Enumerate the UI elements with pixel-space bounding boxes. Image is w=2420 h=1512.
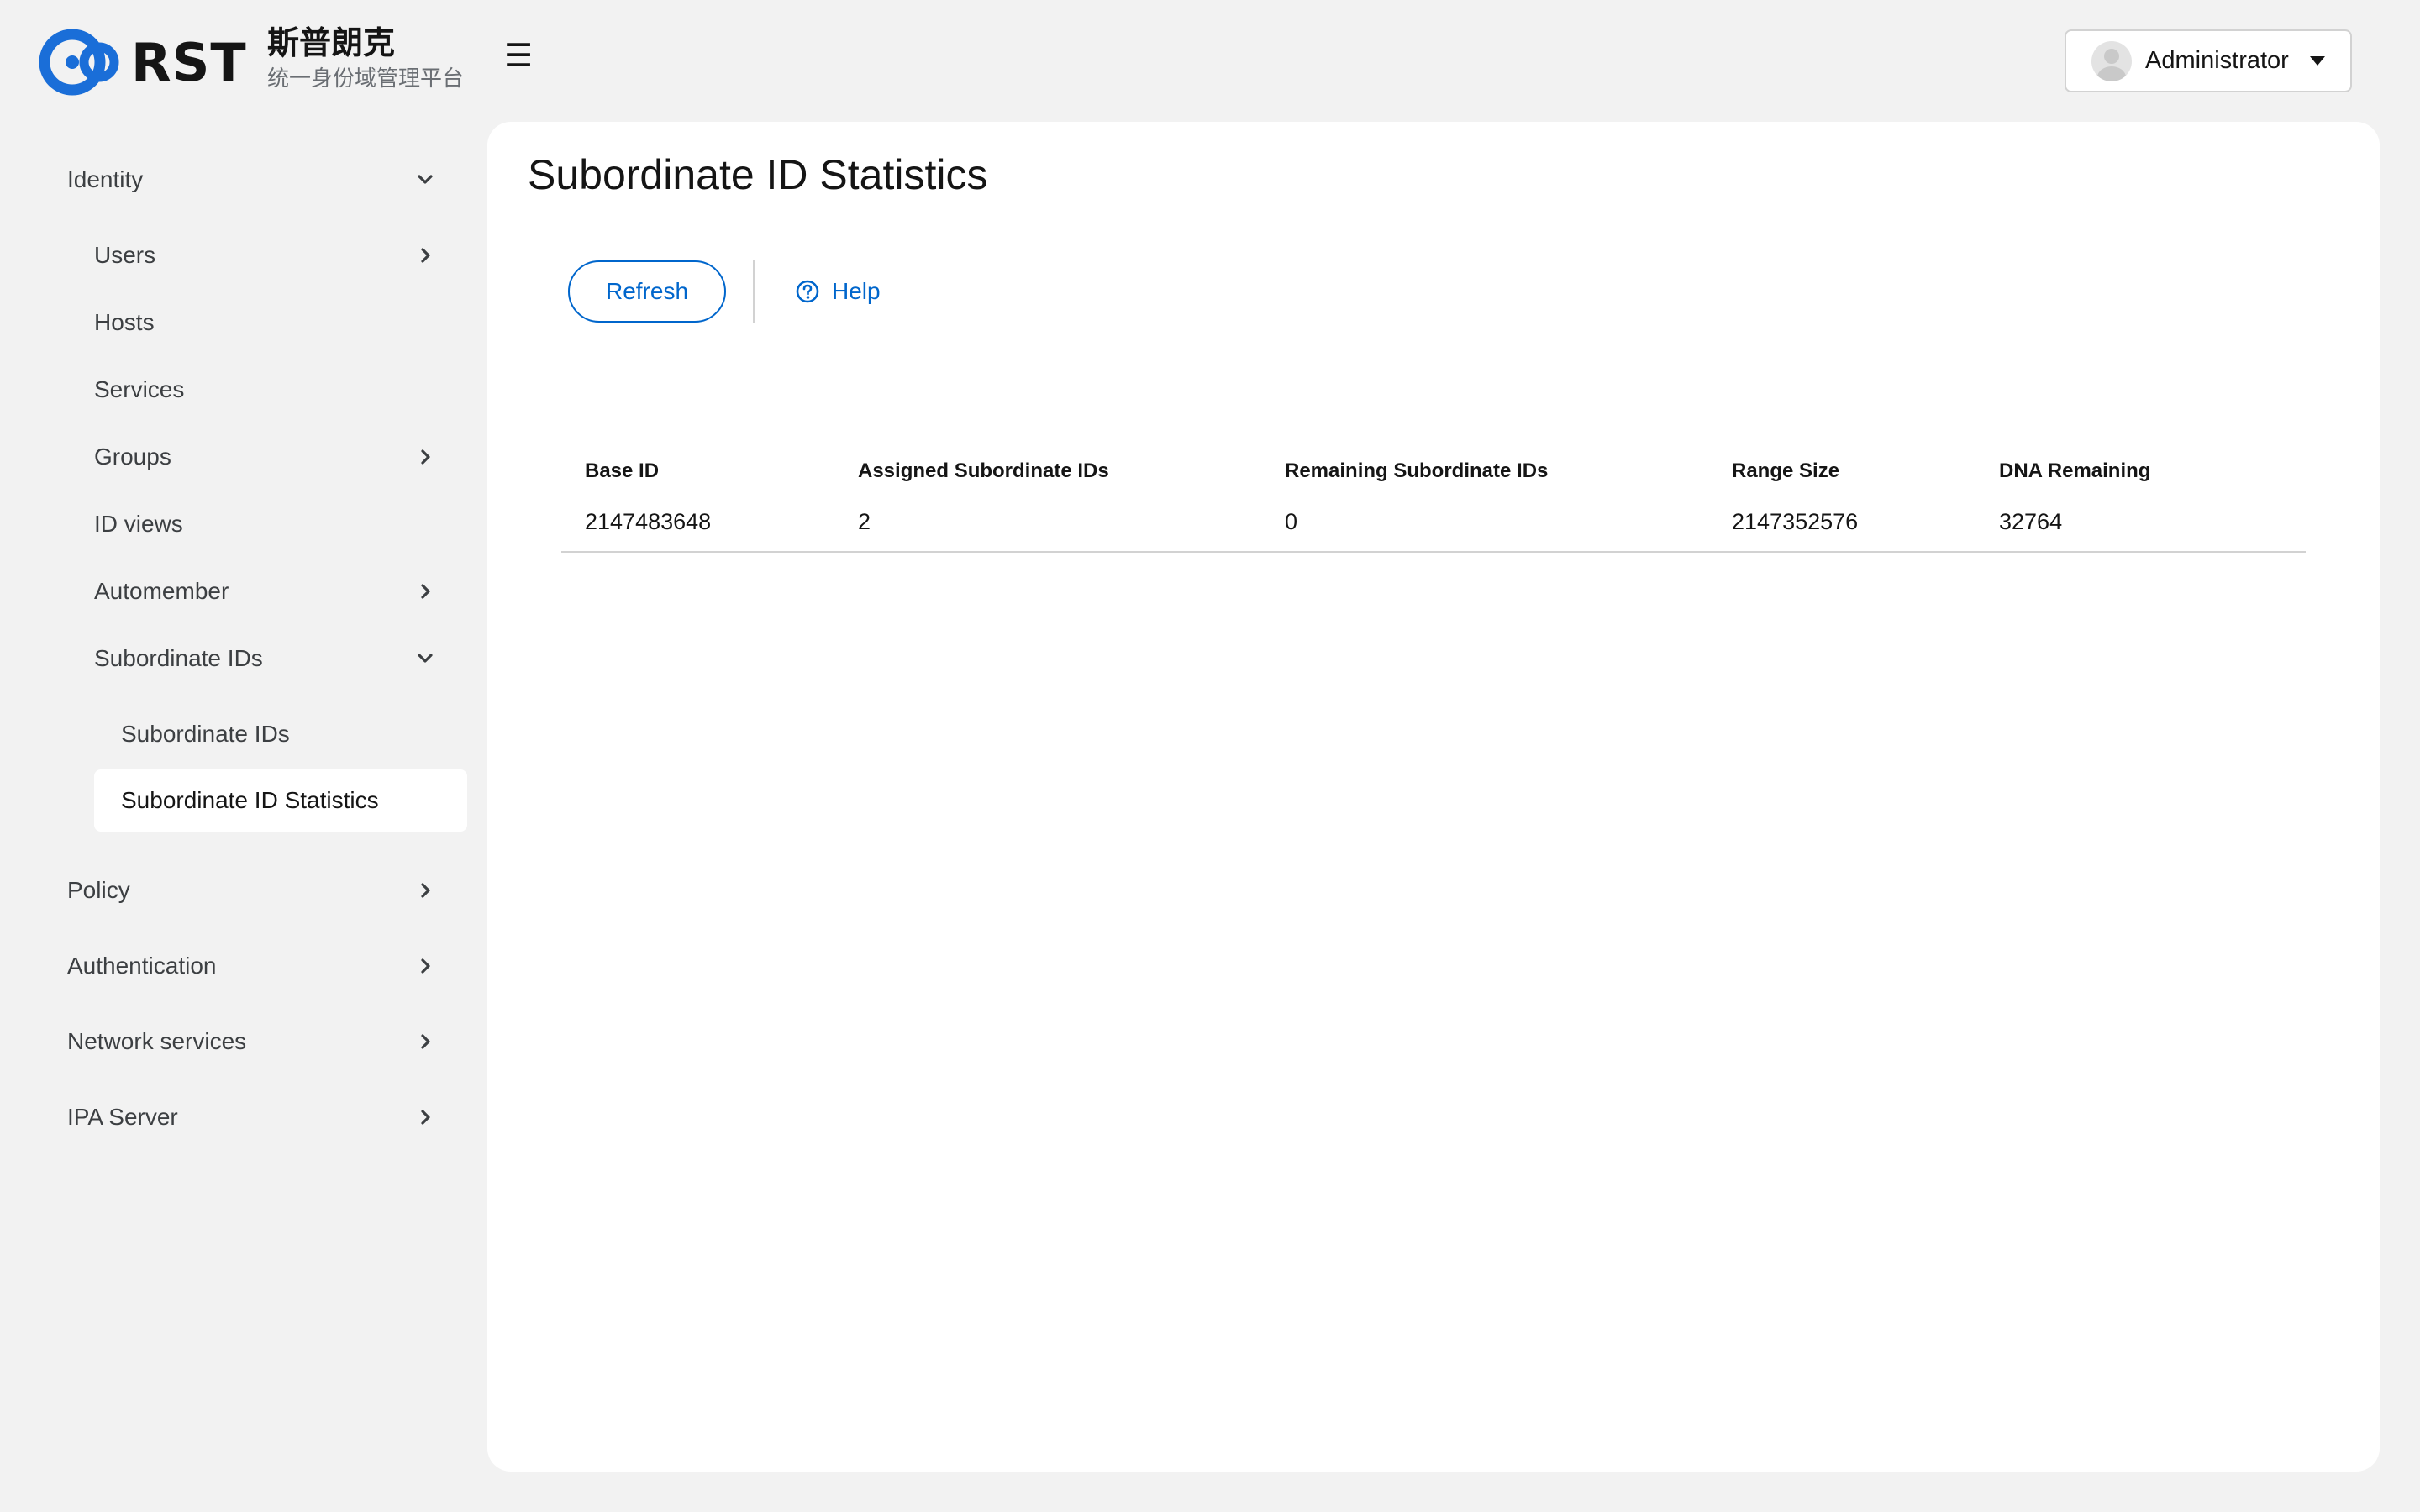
sidebar-item-network-services[interactable]: Network services	[67, 1011, 437, 1073]
sidebar-item-hosts[interactable]: Hosts	[94, 291, 437, 354]
avatar	[2091, 40, 2132, 81]
sidebar-item-id-views[interactable]: ID views	[94, 493, 437, 555]
help-link[interactable]: Help	[795, 278, 881, 305]
brand-logo[interactable]: RST	[39, 20, 247, 104]
statistics-table: Base ID Assigned Subordinate IDs Remaini…	[561, 449, 2306, 553]
sidebar-item-label: Policy	[67, 877, 130, 903]
sidebar-item-authentication[interactable]: Authentication	[67, 935, 437, 997]
help-label: Help	[832, 278, 881, 304]
sidebar-item-label: Authentication	[67, 953, 217, 979]
chevron-right-icon	[413, 445, 437, 469]
sidebar-item-policy[interactable]: Policy	[67, 859, 437, 921]
sidebar-item-users[interactable]: Users	[94, 224, 437, 286]
main-panel: Subordinate ID Statistics Refresh Help B…	[487, 122, 2380, 1472]
sidebar-item-groups[interactable]: Groups	[94, 426, 437, 488]
chevron-right-icon	[413, 1105, 437, 1129]
sidebar-item-ipa-server[interactable]: IPA Server	[67, 1086, 437, 1148]
sidebar-item-label: Hosts	[94, 309, 155, 335]
sidebar-item-label: Subordinate IDs	[121, 721, 290, 747]
user-dropdown[interactable]: Administrator	[2065, 29, 2352, 92]
sidebar-item-label: IPA Server	[67, 1104, 178, 1130]
chevron-right-icon	[413, 954, 437, 978]
refresh-button[interactable]: Refresh	[568, 260, 726, 323]
column-header-base-id[interactable]: Base ID	[561, 449, 834, 493]
column-header-range-size[interactable]: Range Size	[1708, 449, 1975, 493]
cell-remaining-subordinate-ids: 0	[1261, 493, 1708, 553]
sidebar-item-services[interactable]: Services	[94, 359, 437, 421]
sidebar-item-subordinate-ids[interactable]: Subordinate IDs	[94, 627, 437, 690]
column-header-assigned-subordinate-ids[interactable]: Assigned Subordinate IDs	[834, 449, 1261, 493]
brand-title: 斯普朗克	[267, 24, 396, 61]
page-title: Subordinate ID Statistics	[528, 151, 988, 198]
table-row: 2147483648 2 0 2147352576 32764	[561, 493, 2306, 553]
sidebar-item-label: Subordinate IDs	[94, 645, 263, 671]
cell-assigned-subordinate-ids: 2	[834, 493, 1261, 553]
sidebar-item-automember[interactable]: Automember	[94, 560, 437, 622]
app-header: RST 斯普朗克 统一身份域管理平台 ☰ Administrator	[0, 0, 2420, 122]
sidebar-item-label: Network services	[67, 1028, 247, 1054]
sidebar-item-label: Groups	[94, 444, 171, 470]
chevron-right-icon	[413, 1030, 437, 1053]
hamburger-menu-icon[interactable]: ☰	[499, 37, 538, 76]
chevron-right-icon	[413, 879, 437, 902]
table-header-row: Base ID Assigned Subordinate IDs Remaini…	[561, 449, 2306, 493]
chevron-right-icon	[413, 244, 437, 267]
sidebar-item-subordinate-ids-list[interactable]: Subordinate IDs	[121, 703, 437, 765]
chevron-right-icon	[413, 580, 437, 603]
help-circle-icon	[796, 280, 819, 303]
column-header-remaining-subordinate-ids[interactable]: Remaining Subordinate IDs	[1261, 449, 1708, 493]
sidebar-item-label: Identity	[67, 166, 144, 192]
sidebar-item-label: Subordinate ID Statistics	[121, 787, 379, 813]
sidebar-item-label: Services	[94, 376, 185, 402]
chevron-down-icon	[413, 647, 437, 670]
sidebar-item-label: Automember	[94, 578, 229, 604]
brand-subtitle: 统一身份域管理平台	[267, 66, 465, 92]
brand-name: RST	[131, 31, 247, 93]
user-name: Administrator	[2145, 47, 2289, 74]
brand-text: 斯普朗克 统一身份域管理平台	[267, 22, 519, 94]
sidebar-item-identity[interactable]: Identity	[67, 149, 437, 211]
sidebar-item-label: ID views	[94, 511, 183, 537]
toolbar-divider	[753, 260, 755, 323]
cell-range-size: 2147352576	[1708, 493, 1975, 553]
column-header-dna-remaining[interactable]: DNA Remaining	[1975, 449, 2306, 493]
toolbar: Refresh Help	[568, 260, 881, 323]
sidebar-item-label: Users	[94, 242, 156, 268]
rst-logo-icon	[39, 29, 119, 96]
sidebar-item-subordinate-id-statistics[interactable]: Subordinate ID Statistics	[94, 769, 467, 832]
chevron-down-icon	[413, 168, 437, 192]
caret-down-icon	[2310, 56, 2325, 66]
cell-dna-remaining: 32764	[1975, 493, 2306, 553]
cell-base-id: 2147483648	[561, 493, 834, 553]
